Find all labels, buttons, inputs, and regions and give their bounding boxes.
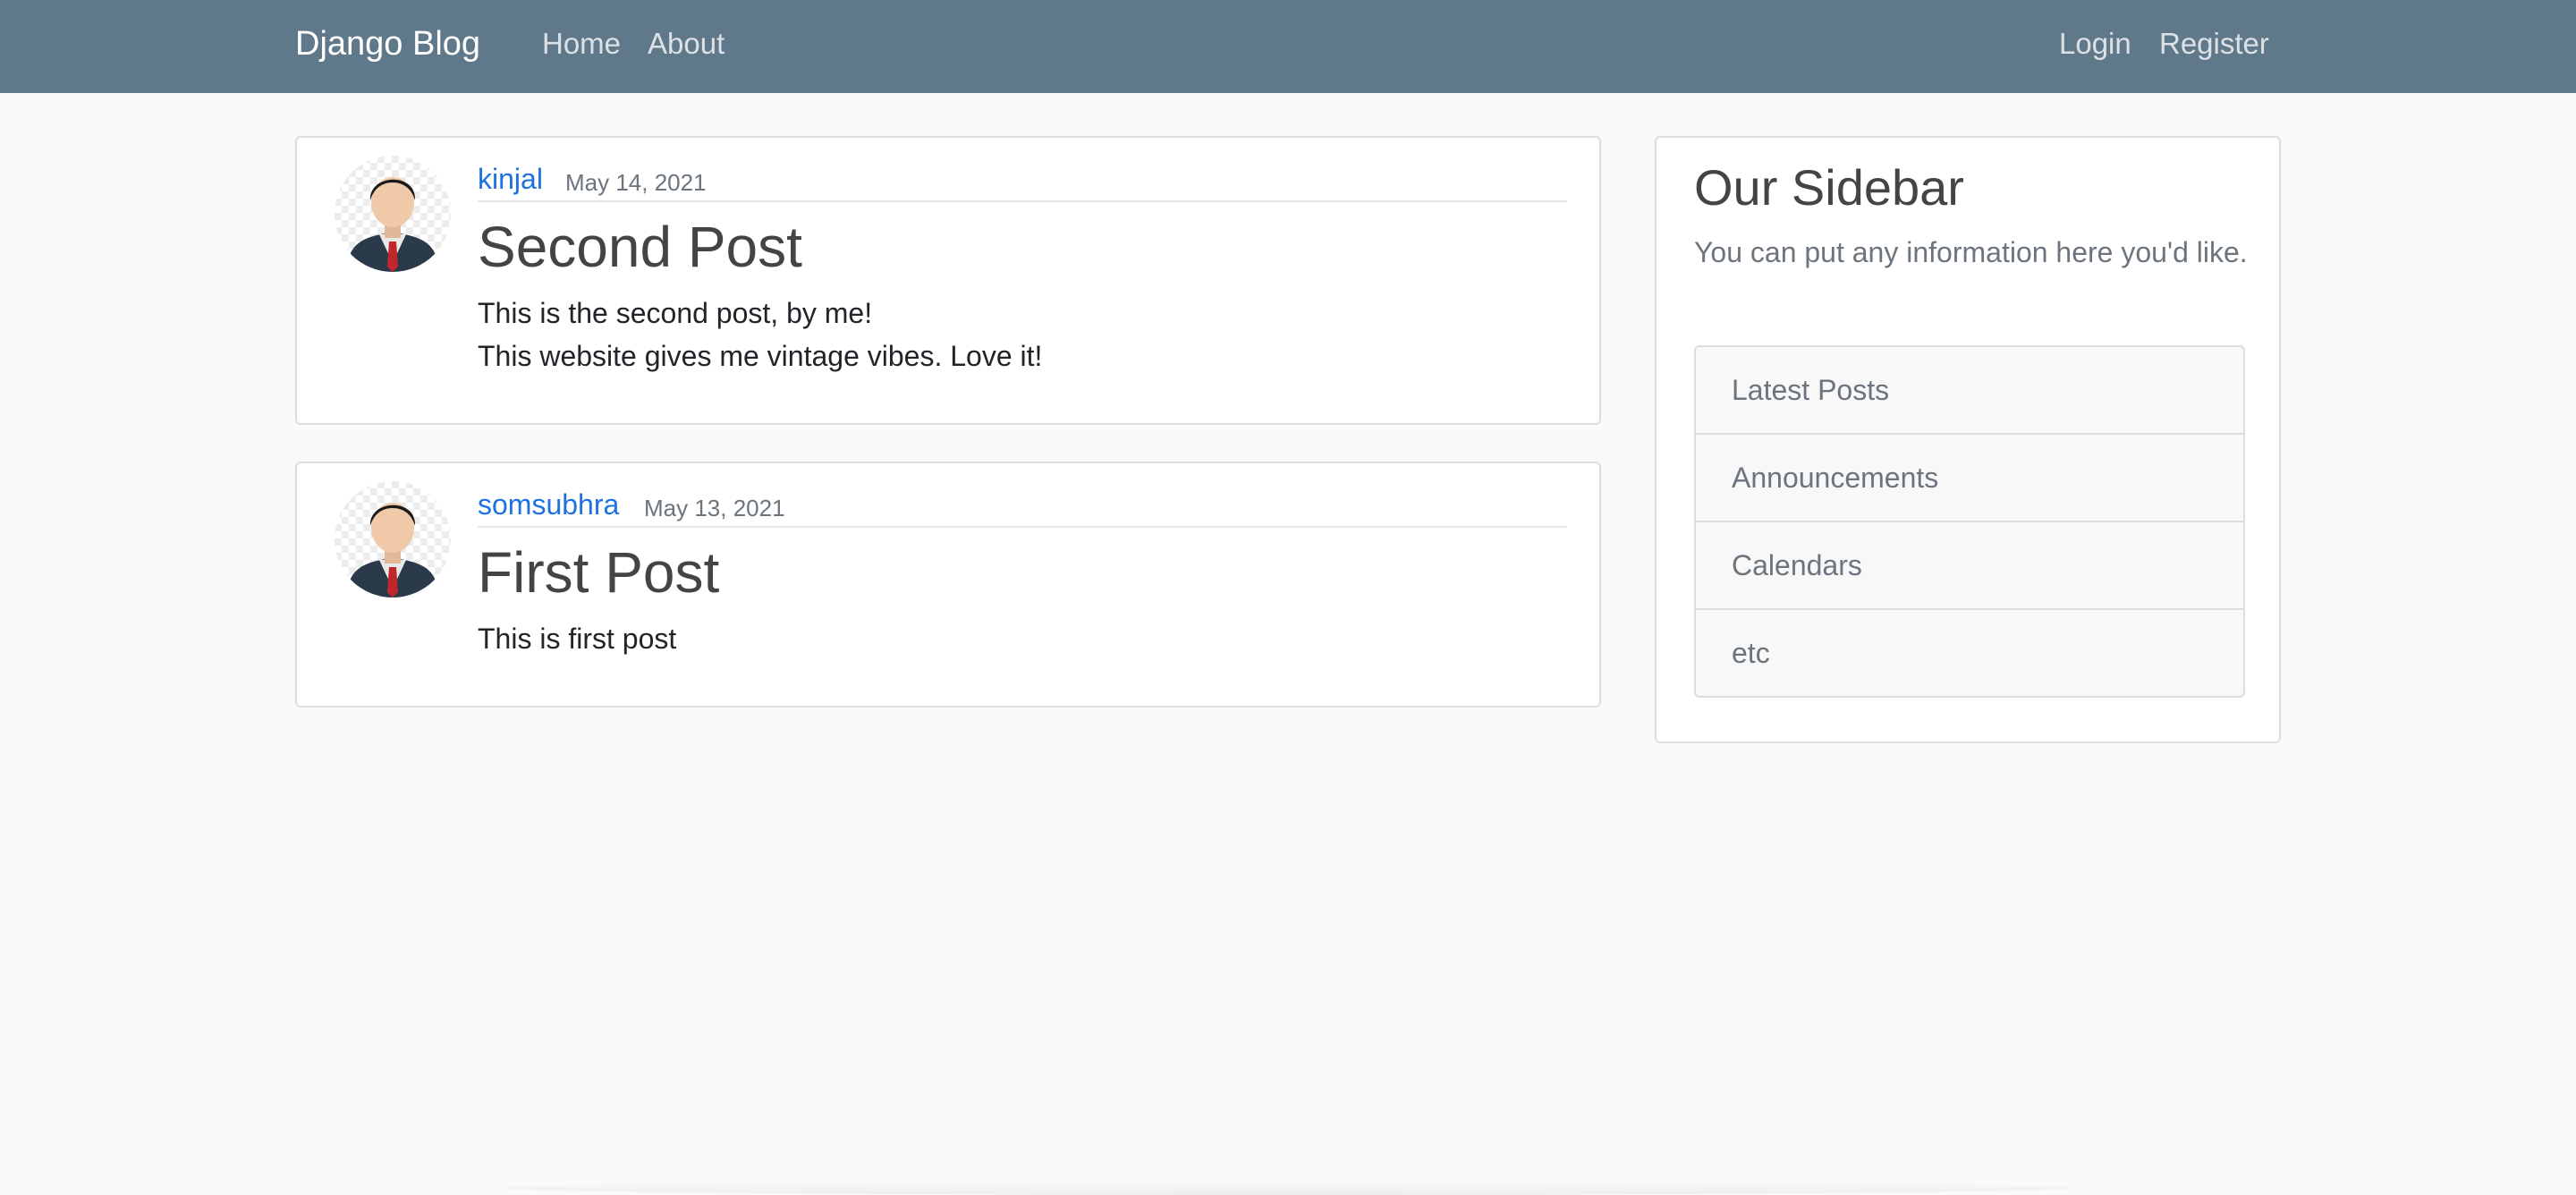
page-bottom-shadow [501,1181,2075,1195]
author-avatar-icon [335,481,451,598]
sidebar-description: You can put any information here you'd l… [1694,236,2248,268]
post-date: May 13, 2021 [644,495,785,521]
sidebar-list: Latest Posts Announcements Calendars etc [1694,345,2245,698]
sidebar-item-announcements[interactable]: Announcements [1696,435,2243,522]
nav-home-link[interactable]: Home [542,23,621,64]
brand-link[interactable]: Django Blog [295,21,480,66]
sidebar-title: Our Sidebar [1694,159,1964,216]
nav-register-link[interactable]: Register [2159,23,2269,64]
sidebar-item-etc[interactable]: etc [1696,610,2243,696]
top-navbar: Django Blog Home About Login Register [0,0,2576,93]
post-content-line: This is the second post, by me! [478,297,873,329]
post-content-line: This is first post [478,623,677,655]
post-author-link[interactable]: somsubhra [478,487,619,522]
post-content: This is first post [478,617,676,660]
post-meta: kinjal May 14, 2021 [478,157,1567,202]
post-content: This is the second post, by me! This web… [478,292,1042,377]
sidebar-item-calendars[interactable]: Calendars [1696,522,2243,610]
post-card: somsubhra May 13, 2021 First Post This i… [295,462,1601,708]
post-meta: somsubhra May 13, 2021 [478,483,1567,528]
nav-login-link[interactable]: Login [2059,23,2131,64]
nav-about-link[interactable]: About [648,23,724,64]
post-card: kinjal May 14, 2021 Second Post This is … [295,136,1601,425]
post-title-link[interactable]: First Post [478,538,719,606]
post-date: May 14, 2021 [565,169,707,196]
post-content-line: This website gives me vintage vibes. Lov… [478,340,1043,372]
post-title-link[interactable]: Second Post [478,213,802,281]
sidebar-panel: Our Sidebar You can put any information … [1655,136,2281,743]
author-avatar-icon [335,156,451,272]
post-author-link[interactable]: kinjal [478,161,543,197]
sidebar-item-latest-posts[interactable]: Latest Posts [1696,347,2243,435]
